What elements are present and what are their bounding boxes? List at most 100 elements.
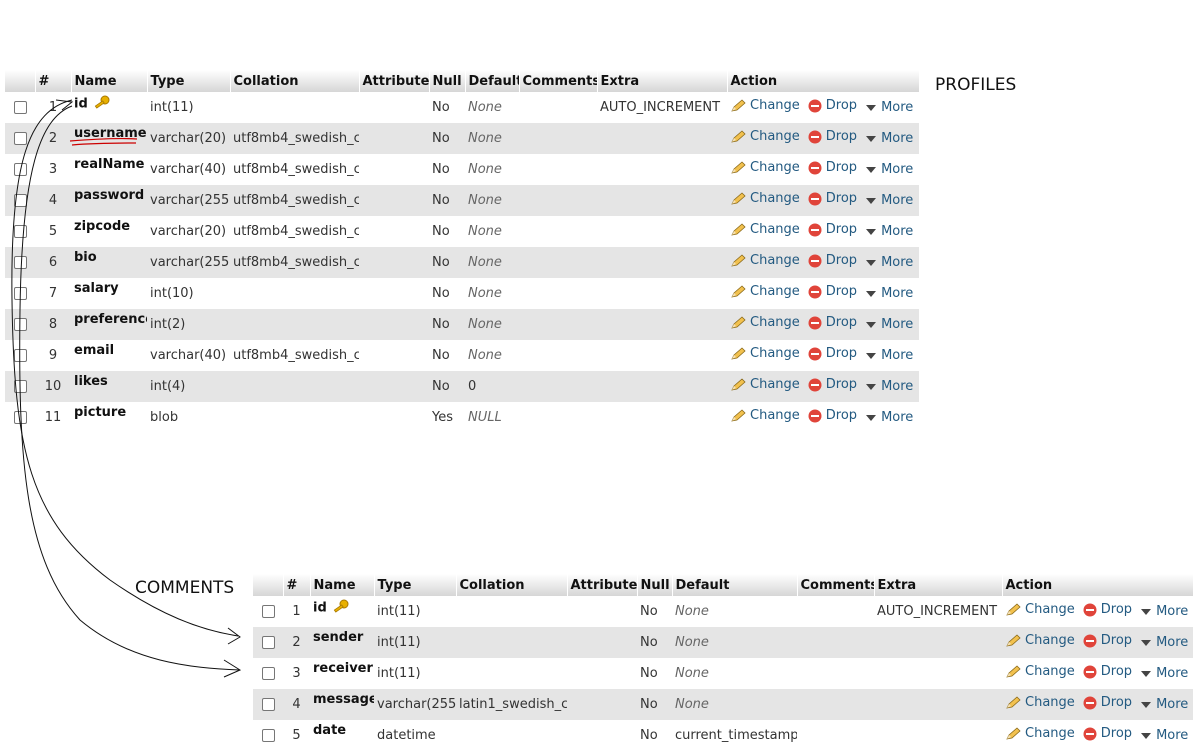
change-button[interactable]: Change [1005, 633, 1075, 648]
more-button[interactable]: More [865, 131, 913, 146]
column-header-comments[interactable]: Comments [519, 70, 598, 92]
drop-button[interactable]: Drop [1083, 726, 1132, 741]
column-header-number[interactable]: # [283, 574, 311, 596]
column-header-default[interactable]: Default [672, 574, 798, 596]
column-header-action[interactable]: Action [727, 70, 920, 92]
column-name: likes [71, 371, 147, 402]
row-checkbox[interactable] [14, 380, 27, 393]
column-header-collation[interactable]: Collation [456, 574, 568, 596]
column-header-extra[interactable]: Extra [597, 70, 728, 92]
change-button[interactable]: Change [730, 253, 800, 268]
change-button[interactable]: Change [730, 346, 800, 361]
column-header-extra[interactable]: Extra [874, 574, 1003, 596]
more-button[interactable]: More [865, 348, 913, 363]
column-header-null[interactable]: Null [637, 574, 673, 596]
more-button[interactable]: More [1140, 697, 1188, 712]
more-button[interactable]: More [865, 410, 913, 425]
change-button-label: Change [1025, 633, 1075, 649]
change-button[interactable]: Change [730, 191, 800, 206]
drop-button[interactable]: Drop [808, 315, 857, 330]
column-default-text: 0 [468, 379, 477, 394]
row-checkbox[interactable] [14, 256, 27, 269]
more-button[interactable]: More [865, 255, 913, 270]
drop-button[interactable]: Drop [808, 284, 857, 299]
drop-button[interactable]: Drop [1083, 664, 1132, 679]
row-checkbox[interactable] [14, 163, 27, 176]
row-checkbox[interactable] [14, 287, 27, 300]
column-header-action[interactable]: Action [1002, 574, 1194, 596]
column-type-text: int(4) [150, 379, 186, 394]
drop-button[interactable]: Drop [808, 346, 857, 361]
row-checkbox[interactable] [14, 225, 27, 238]
row-checkbox[interactable] [262, 729, 275, 742]
more-button[interactable]: More [1140, 728, 1188, 743]
drop-icon [1083, 603, 1097, 617]
drop-button[interactable]: Drop [1083, 602, 1132, 617]
change-button[interactable]: Change [1005, 664, 1075, 679]
change-button[interactable]: Change [1005, 602, 1075, 617]
more-button[interactable]: More [865, 162, 913, 177]
column-header-attributes[interactable]: Attributes [359, 70, 430, 92]
row-checkbox[interactable] [14, 411, 27, 424]
row-actions: Change Drop More [727, 154, 919, 185]
more-button[interactable]: More [865, 193, 913, 208]
row-checkbox[interactable] [14, 349, 27, 362]
change-button-label: Change [750, 222, 800, 238]
change-button[interactable]: Change [730, 408, 800, 423]
column-header-collation[interactable]: Collation [230, 70, 360, 92]
pencil-icon [731, 130, 746, 143]
column-header-comments[interactable]: Comments [797, 574, 875, 596]
more-button[interactable]: More [865, 286, 913, 301]
drop-button-label: Drop [825, 98, 858, 114]
table-row: 4 message varchar(255) latin1_swedish_ci No N… [253, 689, 1193, 720]
drop-button[interactable]: Drop [808, 222, 857, 237]
drop-button[interactable]: Drop [1083, 695, 1132, 710]
drop-button[interactable]: Drop [808, 129, 857, 144]
change-button[interactable]: Change [730, 129, 800, 144]
drop-icon [808, 130, 822, 144]
change-button[interactable]: Change [730, 160, 800, 175]
drop-icon [808, 285, 822, 299]
change-button[interactable]: Change [730, 377, 800, 392]
column-header-null[interactable]: Null [429, 70, 466, 92]
column-collation: latin1_swedish_ci [456, 689, 567, 720]
more-button[interactable]: More [1140, 666, 1188, 681]
drop-button[interactable]: Drop [808, 191, 857, 206]
row-checkbox[interactable] [14, 318, 27, 331]
row-checkbox[interactable] [262, 636, 275, 649]
column-attributes [359, 185, 429, 216]
more-button[interactable]: More [865, 317, 913, 332]
row-checkbox[interactable] [14, 132, 27, 145]
column-header-name[interactable]: Name [310, 574, 375, 596]
drop-button[interactable]: Drop [808, 160, 857, 175]
drop-button[interactable]: Drop [808, 377, 857, 392]
column-header-default[interactable]: Default [465, 70, 520, 92]
more-button[interactable]: More [865, 100, 913, 115]
more-button[interactable]: More [865, 379, 913, 394]
column-type-text: int(11) [377, 635, 421, 650]
column-header-name[interactable]: Name [71, 70, 148, 92]
column-header-number[interactable]: # [35, 70, 72, 92]
change-button[interactable]: Change [730, 98, 800, 113]
drop-button[interactable]: Drop [808, 408, 857, 423]
row-checkbox[interactable] [262, 698, 275, 711]
row-checkbox[interactable] [262, 605, 275, 618]
row-checkbox[interactable] [262, 667, 275, 680]
row-checkbox[interactable] [14, 101, 27, 114]
change-button[interactable]: Change [730, 284, 800, 299]
more-button[interactable]: More [865, 224, 913, 239]
more-button[interactable]: More [1140, 635, 1188, 650]
more-button[interactable]: More [1140, 604, 1188, 619]
drop-button[interactable]: Drop [808, 253, 857, 268]
row-actions: Change Drop More [1002, 627, 1193, 658]
column-header-attributes[interactable]: Attributes [567, 574, 638, 596]
column-header-type[interactable]: Type [147, 70, 231, 92]
column-header-type[interactable]: Type [374, 574, 457, 596]
row-checkbox[interactable] [14, 194, 27, 207]
change-button[interactable]: Change [730, 315, 800, 330]
change-button[interactable]: Change [1005, 726, 1075, 741]
drop-button[interactable]: Drop [1083, 633, 1132, 648]
change-button[interactable]: Change [1005, 695, 1075, 710]
change-button[interactable]: Change [730, 222, 800, 237]
drop-button[interactable]: Drop [808, 98, 857, 113]
